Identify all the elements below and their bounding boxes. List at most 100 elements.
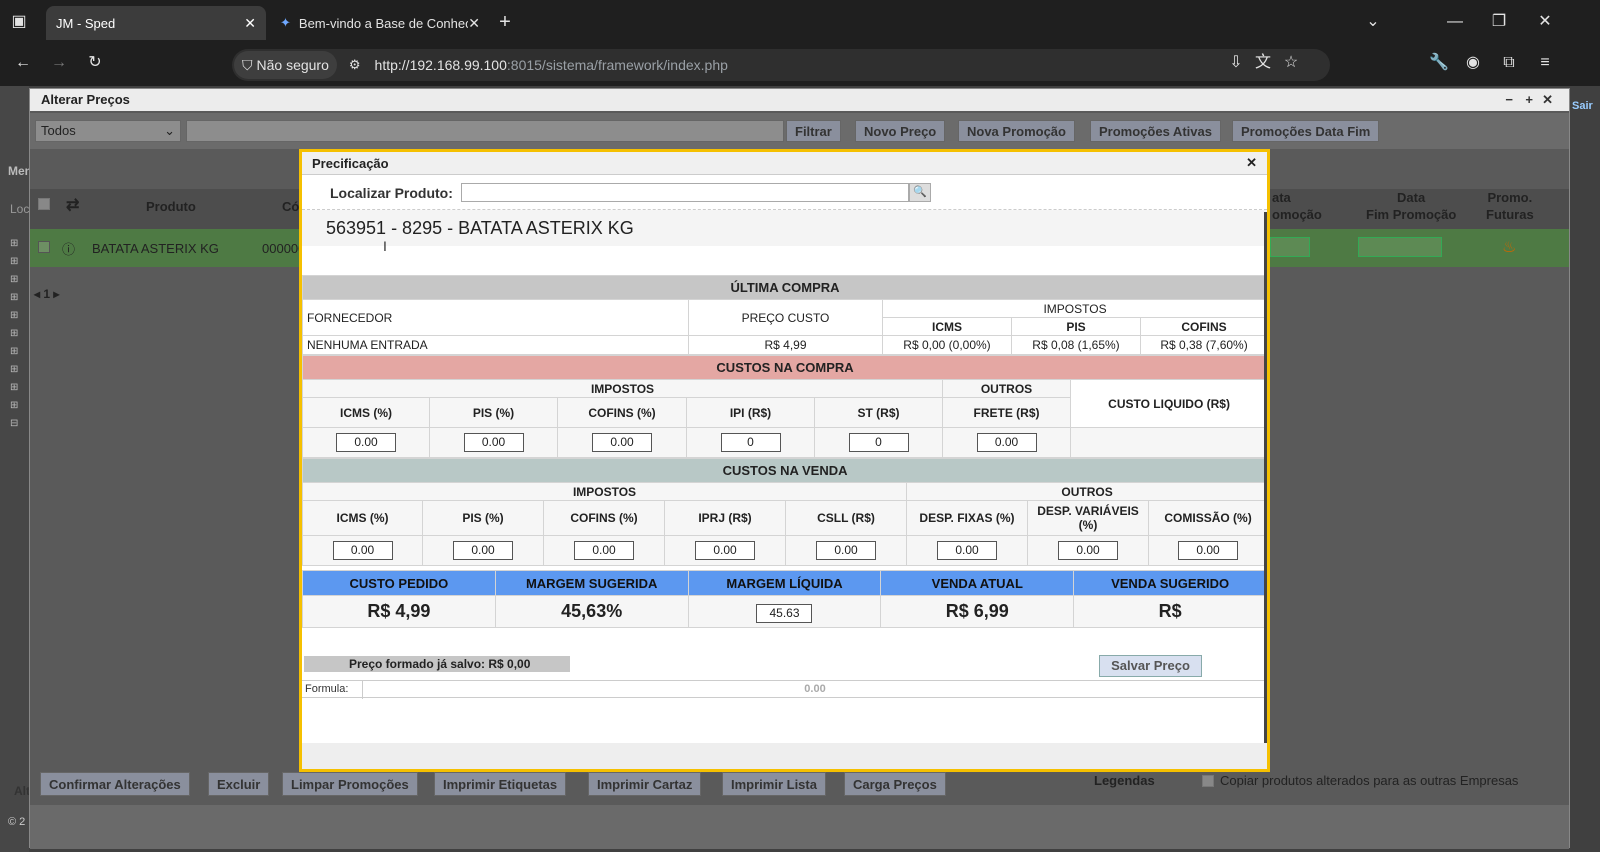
locate-product-input[interactable] — [460, 183, 909, 202]
refresh-icon[interactable]: ⇄ — [66, 195, 79, 215]
collapse-icon[interactable]: ⊟ — [10, 415, 24, 433]
expand-icon[interactable]: ⊞ — [10, 235, 24, 253]
expand-icon[interactable]: ⊞ — [10, 253, 24, 271]
expand-icon[interactable]: ⊞ — [10, 397, 24, 415]
pager-next-icon[interactable]: ▸ — [53, 287, 59, 301]
close-icon[interactable]: ✕ — [244, 15, 256, 32]
expand-icon[interactable]: ⊞ — [10, 343, 24, 361]
maximize-window-icon[interactable]: + — [1525, 92, 1533, 107]
pager-page[interactable]: 1 — [43, 287, 50, 301]
translate-icon[interactable]: 文 — [1252, 53, 1274, 73]
excluir-button[interactable]: Excluir — [208, 772, 270, 796]
limpar-promocoes-button[interactable]: Limpar Promoções — [282, 772, 418, 796]
locate-field-label[interactable]: Loc — [10, 202, 29, 216]
menu-icon[interactable]: ≡ — [1534, 53, 1556, 73]
profile-icon[interactable]: ◉ — [1462, 53, 1484, 73]
filtrar-button[interactable]: Filtrar — [786, 120, 841, 142]
expand-icon[interactable]: ⊞ — [10, 289, 24, 307]
filter-select[interactable]: Todos ⌄ — [35, 120, 181, 142]
custos-venda-header: CUSTOS NA VENDA — [302, 458, 1267, 483]
frete-input[interactable]: 0.00 — [976, 433, 1037, 452]
col-codigo[interactable]: Có — [282, 199, 299, 214]
back-icon[interactable]: ← — [12, 53, 34, 73]
expand-icon[interactable]: ⊞ — [10, 361, 24, 379]
promocoes-data-fim-button[interactable]: Promoções Data Fim — [1232, 120, 1380, 142]
close-icon[interactable]: ✕ — [1246, 155, 1257, 171]
info-icon[interactable]: ⓘ — [62, 239, 75, 258]
legendas-label[interactable]: Legendas — [1094, 773, 1155, 788]
venda-atual-value: R$ 6,99 — [880, 595, 1075, 628]
expand-icon[interactable]: ⊞ — [10, 379, 24, 397]
pager: ◂ 1 ▸ — [34, 287, 59, 301]
pager-prev-icon[interactable]: ◂ — [34, 287, 40, 301]
security-chip[interactable]: ⛉ Não seguro — [234, 51, 337, 79]
data-fim-promocao-input[interactable] — [1358, 237, 1442, 257]
logout-label[interactable]: Sair — [1572, 100, 1593, 112]
salvar-preco-button[interactable]: Salvar Preço — [1099, 655, 1202, 677]
imprimir-lista-button[interactable]: Imprimir Lista — [722, 772, 826, 796]
desp-fixas-input[interactable]: 0.00 — [937, 541, 997, 560]
select-all-checkbox[interactable] — [38, 198, 50, 210]
bookmark-star-icon[interactable]: ☆ — [1280, 53, 1302, 73]
row-checkbox[interactable] — [38, 241, 50, 253]
data-promocao-input[interactable] — [1270, 237, 1310, 257]
col-produto[interactable]: Produto — [146, 199, 196, 214]
tab-label: JM - Sped — [56, 15, 116, 31]
security-label: Não seguro — [256, 57, 329, 73]
expand-icon[interactable]: ⊞ — [10, 325, 24, 343]
alt-tab-label[interactable]: Alt — [14, 784, 30, 798]
icms-venda-input[interactable]: 0.00 — [332, 541, 393, 560]
col-promo-futuras[interactable]: Promo. Futuras — [1486, 189, 1534, 223]
imprimir-etiquetas-button[interactable]: Imprimir Etiquetas — [434, 772, 567, 796]
locate-product-bar: Localizar Produto: 🔍 — [302, 176, 1267, 210]
site-settings-icon[interactable]: ⚙ — [349, 57, 361, 73]
pis-compra-input[interactable]: 0.00 — [463, 433, 524, 452]
cofins-compra-input[interactable]: 0.00 — [592, 433, 652, 452]
desp-variaveis-input[interactable]: 0.00 — [1058, 541, 1118, 560]
icms-compra-input[interactable]: 0.00 — [336, 433, 396, 452]
pis-venda-input[interactable]: 0.00 — [453, 541, 513, 560]
close-window-icon[interactable]: ✕ — [1534, 12, 1556, 32]
wrench-icon[interactable]: 🔧 — [1428, 53, 1450, 73]
search-icon[interactable]: 🔍 — [908, 183, 931, 202]
col-data-promocao[interactable]: ata omoção — [1272, 189, 1322, 223]
novo-preco-button[interactable]: Novo Preço — [855, 120, 946, 142]
expand-icon[interactable]: ⊞ — [10, 271, 24, 289]
margem-liquida-input[interactable]: 45.63 — [756, 603, 813, 623]
save-row: Preço formado já salvo: R$ 0,00 Salvar P… — [302, 653, 1267, 677]
close-window-icon[interactable]: ✕ — [1542, 92, 1553, 108]
imprimir-cartaz-button[interactable]: Imprimir Cartaz — [588, 772, 702, 796]
expand-icon[interactable]: ⊞ — [10, 307, 24, 325]
minimize-window-icon[interactable]: − — [1505, 92, 1513, 107]
iprj-input[interactable]: 0.00 — [695, 541, 755, 560]
promo-fire-icon[interactable]: ♨ — [1502, 237, 1516, 257]
ipi-input[interactable]: 0 — [720, 433, 781, 452]
new-tab-icon[interactable]: + — [494, 12, 516, 32]
copy-checkbox[interactable] — [1202, 775, 1214, 787]
confirmar-alteracoes-button[interactable]: Confirmar Alterações — [40, 772, 190, 796]
csll-input[interactable]: 0.00 — [816, 541, 876, 560]
address-bar[interactable]: ⛉ Não seguro ⚙ http://192.168.99.100:801… — [232, 49, 1330, 81]
modal-scrollbar[interactable] — [1264, 212, 1267, 746]
forward-icon[interactable]: → — [48, 53, 70, 73]
install-icon[interactable]: ⇩ — [1225, 53, 1247, 73]
cofins-venda-input[interactable]: 0.00 — [574, 541, 634, 560]
filter-text-input[interactable] — [186, 120, 784, 142]
tab-search-icon[interactable]: ▣ — [8, 12, 30, 32]
comissao-input[interactable]: 0.00 — [1178, 541, 1239, 560]
tab-list-chevron-icon[interactable]: ⌄ — [1362, 12, 1384, 32]
tab-jm-sped[interactable]: JM - Sped ✕ — [46, 6, 266, 40]
close-icon[interactable]: ✕ — [468, 15, 480, 32]
tree-expanders: ⊞ ⊞ ⊞ ⊞ ⊞ ⊞ ⊞ ⊞ ⊞ ⊞ ⊟ — [10, 235, 24, 433]
nova-promocao-button[interactable]: Nova Promoção — [958, 120, 1075, 142]
promocoes-ativas-button[interactable]: Promoções Ativas — [1090, 120, 1221, 142]
minimize-icon[interactable]: — — [1444, 12, 1466, 32]
st-input[interactable]: 0 — [848, 433, 909, 452]
tab-base-conhecimento[interactable]: ✦ Bem-vindo a Base de Conhecim ✕ — [270, 6, 490, 40]
carga-precos-button[interactable]: Carga Preços — [844, 772, 946, 796]
restore-icon[interactable]: ❐ — [1488, 12, 1510, 32]
extensions-icon[interactable]: ⧉ — [1498, 53, 1520, 73]
url-text[interactable]: http://192.168.99.100:8015/sistema/frame… — [375, 57, 728, 73]
col-data-fim-promocao[interactable]: Data Fim Promoção — [1366, 189, 1456, 223]
reload-icon[interactable]: ↻ — [84, 53, 106, 73]
